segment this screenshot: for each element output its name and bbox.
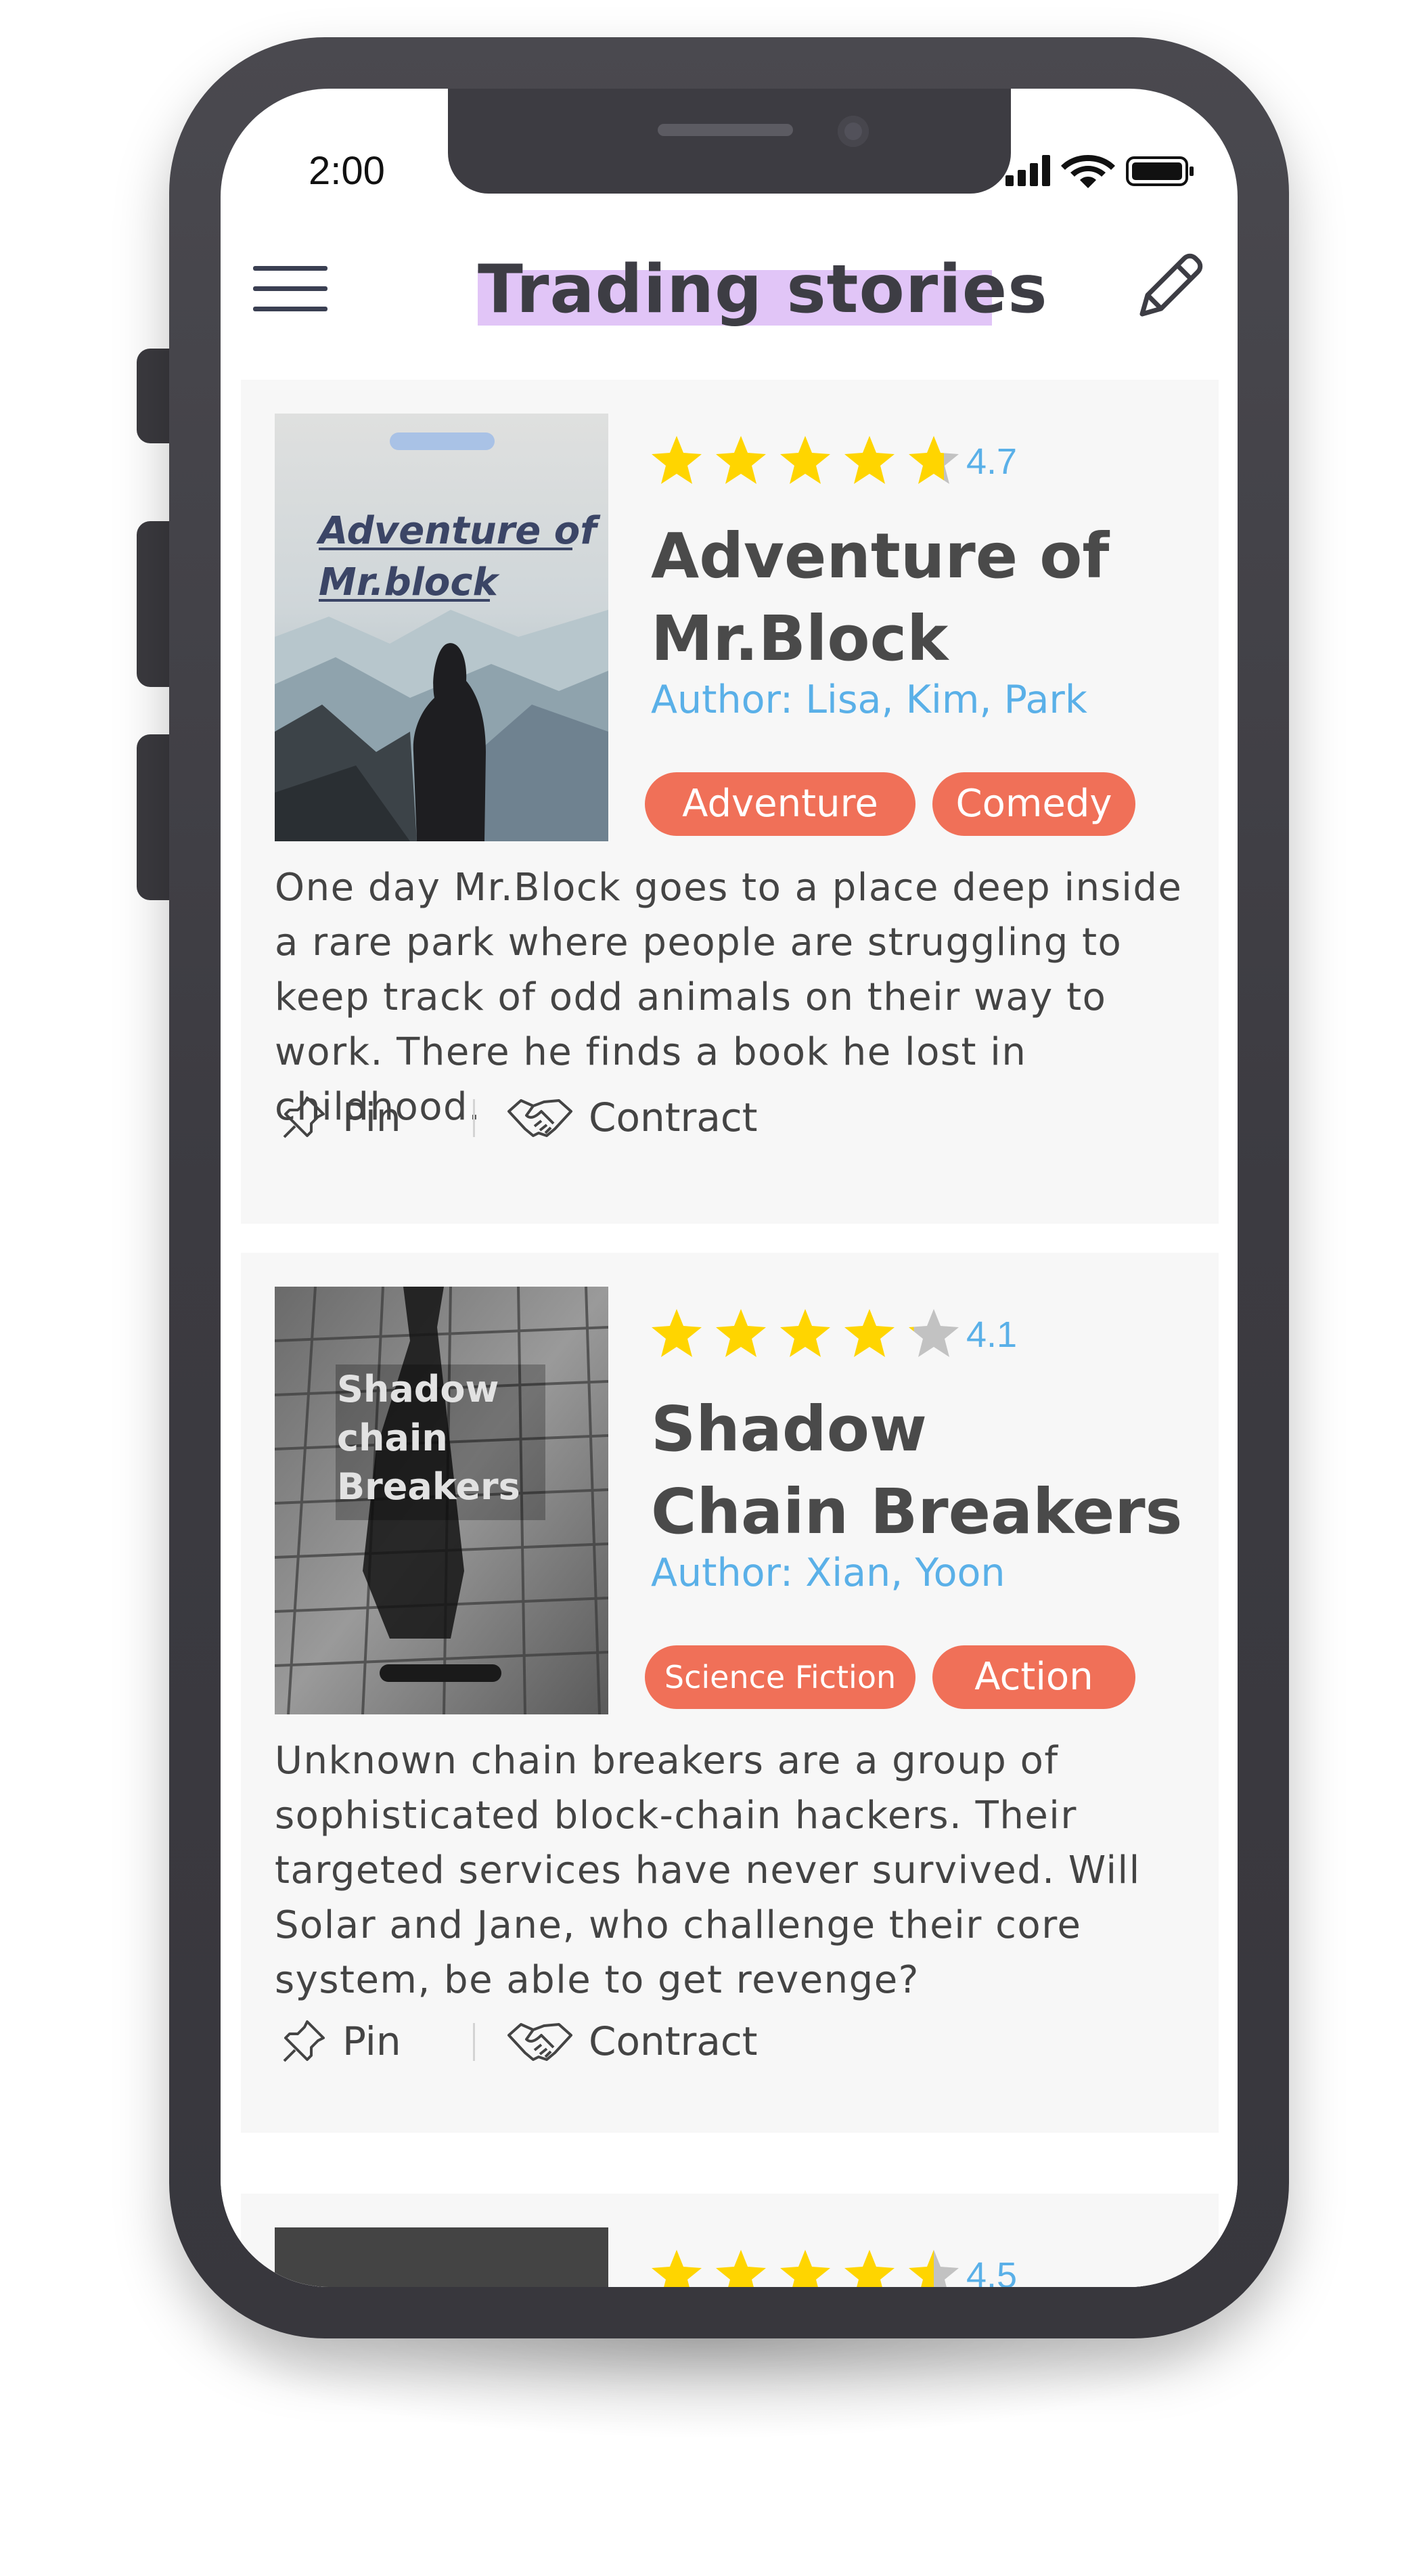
star-icon	[844, 436, 895, 484]
header: Trading stories	[478, 251, 1048, 328]
tag-comedy[interactable]: Comedy	[932, 772, 1135, 836]
cover-title-line1: Shadow	[337, 1368, 499, 1411]
star-icon	[716, 1309, 766, 1357]
story-title-line2: Chain Breakers	[651, 1475, 1183, 1548]
volume-down-button	[137, 734, 172, 900]
contract-button[interactable]: Contract	[506, 1087, 758, 1148]
menu-icon[interactable]	[253, 258, 327, 319]
star-icon	[844, 1309, 895, 1357]
pin-icon	[283, 2020, 325, 2062]
notch	[448, 89, 1011, 194]
pin-label: Pin	[342, 2018, 401, 2064]
mute-switch	[137, 349, 172, 443]
story-card[interactable]: Adventure of Mr.block 4.7 Adventure of M…	[241, 380, 1219, 1224]
contract-label: Contract	[589, 1094, 758, 1140]
handshake-icon	[507, 2023, 572, 2061]
star-icon	[780, 2250, 830, 2287]
story-feed[interactable]: Adventure of Mr.block 4.7 Adventure of M…	[221, 380, 1238, 2287]
tag-adventure[interactable]: Adventure	[645, 772, 915, 836]
story-title-line1: Shadow	[651, 1393, 927, 1465]
tag-science-fiction[interactable]: Science Fiction	[645, 1645, 915, 1709]
page-title: Trading stories	[478, 251, 1048, 328]
star-icon	[716, 2250, 766, 2287]
story-title[interactable]: Shadow Chain Breakers	[651, 1388, 1206, 1553]
phone-frame: 2:00 Trading stories Adventure of Mr.blo…	[169, 37, 1289, 2338]
battery-icon	[1126, 156, 1194, 186]
star-icon	[909, 2250, 959, 2287]
story-title-line1: Adventure of	[651, 520, 1110, 592]
story-card[interactable]: 4.5	[241, 2194, 1219, 2287]
action-divider	[473, 2023, 475, 2061]
contract-label: Contract	[589, 2018, 758, 2064]
tag-action[interactable]: Action	[932, 1645, 1135, 1709]
star-icon	[909, 436, 959, 484]
rating-value: 4.1	[966, 1314, 1018, 1355]
cover-title-line2: Mr.block	[319, 560, 501, 604]
rating-value: 4.7	[966, 441, 1018, 482]
cover-title-line2: chain	[337, 1417, 448, 1459]
story-title[interactable]: Adventure of Mr.Block	[651, 515, 1206, 680]
pin-button[interactable]: Pin	[280, 1087, 401, 1148]
story-author[interactable]: Author: Xian, Yoon	[651, 1551, 1005, 1595]
pin-label: Pin	[342, 1094, 401, 1140]
action-divider	[473, 1099, 475, 1137]
story-title-line2: Mr.Block	[651, 602, 949, 675]
star-icon	[652, 436, 702, 484]
star-icon	[652, 2250, 702, 2287]
pin-icon	[283, 1096, 325, 1138]
star-icon	[909, 1309, 959, 1357]
star-icon	[780, 436, 830, 484]
story-description: Unknown chain breakers are a group of so…	[275, 1739, 1141, 2002]
story-cover-image[interactable]	[275, 2227, 608, 2287]
star-icon	[716, 436, 766, 484]
story-cover-image[interactable]: Adventure of Mr.block	[275, 414, 608, 841]
status-time: 2:00	[309, 149, 385, 193]
status-icons	[1005, 155, 1194, 188]
story-cover-image[interactable]: Shadow chain Breakers	[275, 1287, 608, 1714]
star-icon	[844, 2250, 895, 2287]
volume-up-button	[137, 521, 172, 687]
edit-pencil-icon[interactable]	[1127, 248, 1208, 329]
signal-icon	[1005, 155, 1050, 186]
contract-button[interactable]: Contract	[506, 2011, 758, 2072]
star-icon	[780, 1309, 830, 1357]
screen: 2:00 Trading stories Adventure of Mr.blo…	[221, 89, 1238, 2287]
cover-title-line1: Adventure of	[316, 509, 601, 553]
story-card[interactable]: Shadow chain Breakers 4.1 Shadow Chain B…	[241, 1253, 1219, 2133]
story-actions: Pin Contract	[275, 2011, 884, 2072]
pin-button[interactable]: Pin	[280, 2011, 401, 2072]
story-author[interactable]: Author: Lisa, Kim, Park	[651, 678, 1087, 722]
star-icon	[652, 1309, 702, 1357]
cover-title-line3: Breakers	[337, 1465, 520, 1508]
story-actions: Pin Contract	[275, 1087, 884, 1148]
wifi-icon	[1061, 155, 1115, 188]
speaker	[658, 124, 793, 136]
front-camera	[838, 116, 869, 147]
handshake-icon	[507, 1099, 572, 1137]
rating-value: 4.5	[966, 2255, 1018, 2287]
